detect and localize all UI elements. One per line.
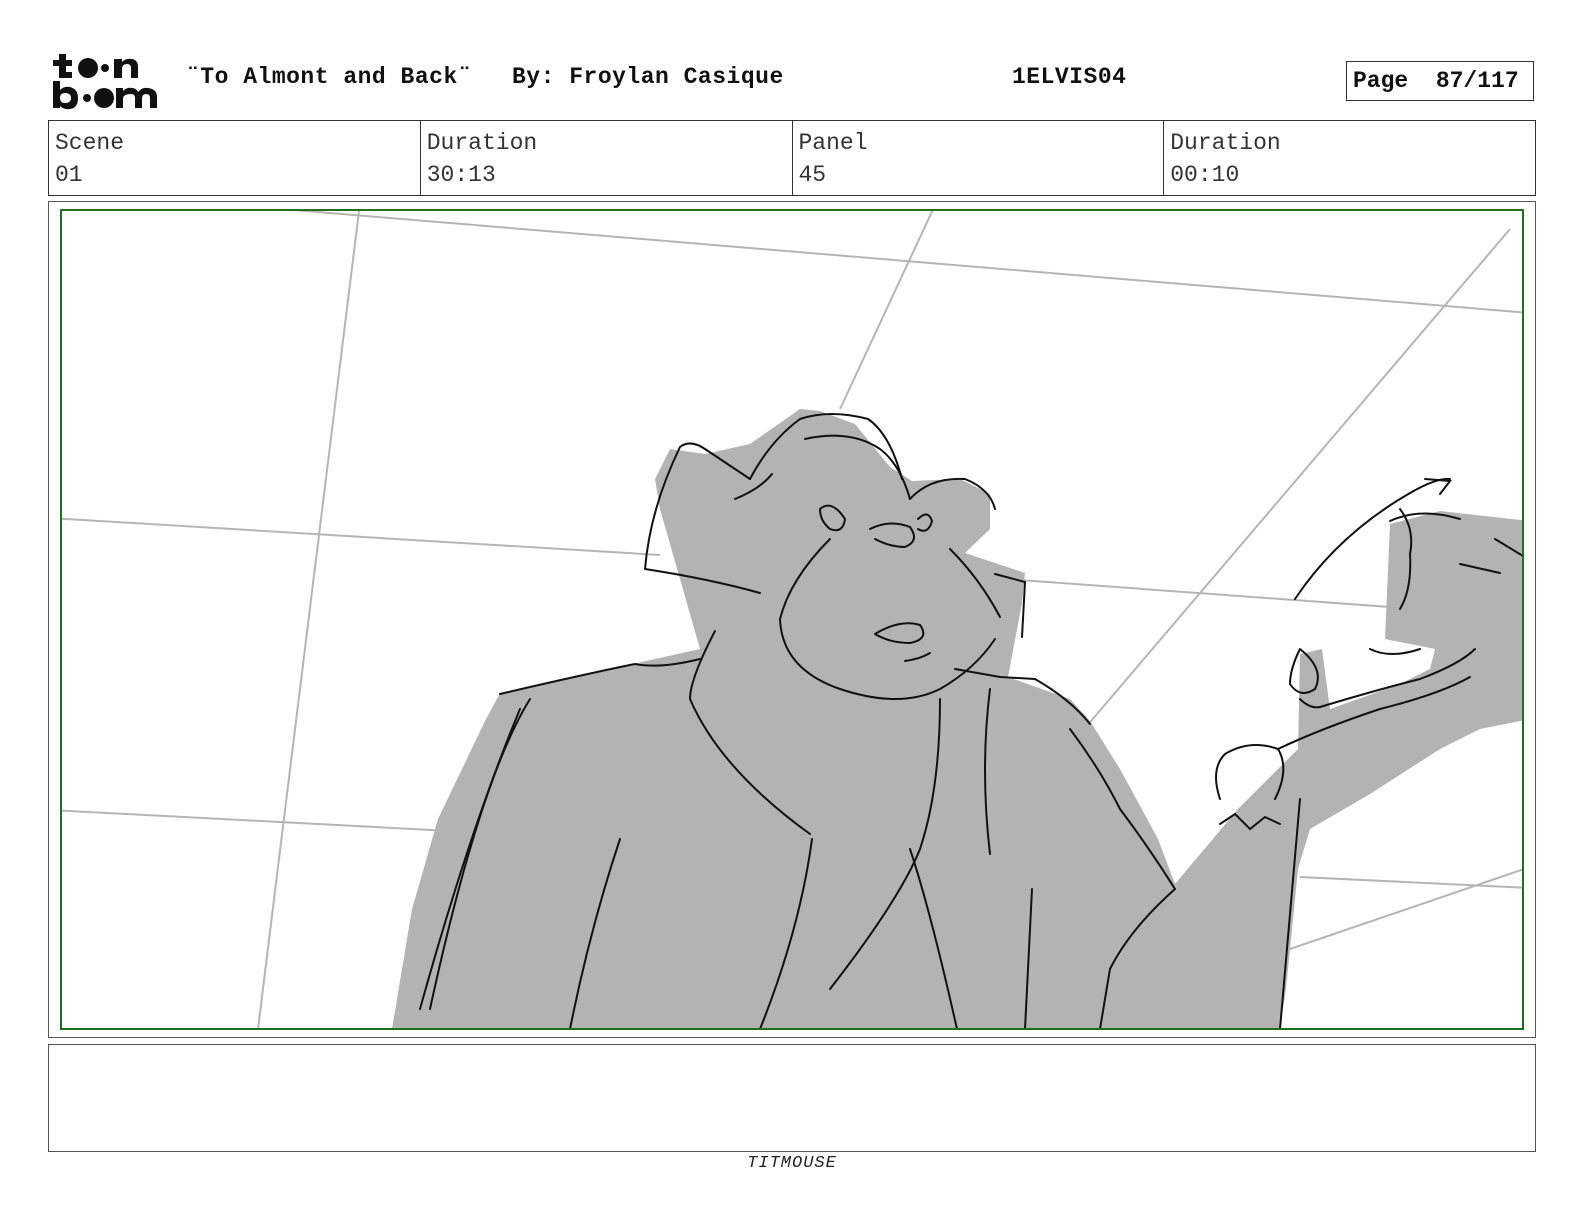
- scene-info-table: Scene 01 Duration 30:13 Panel 45 Duratio…: [48, 120, 1536, 196]
- panel-duration-cell: Duration 00:10: [1164, 121, 1535, 195]
- studio-footer: TITMOUSE: [747, 1154, 837, 1173]
- panel-duration-label: Duration: [1170, 130, 1281, 156]
- scene-cell: Scene 01: [49, 121, 421, 195]
- storyboard-author: By: Froylan Casique: [512, 64, 784, 90]
- scene-value: 01: [55, 162, 83, 188]
- scene-duration-value: 30:13: [426, 162, 496, 188]
- panel-drawing-area: [60, 209, 1524, 1030]
- scene-duration-label: Duration: [426, 130, 538, 156]
- page-indicator: Page 87/117: [1346, 61, 1534, 101]
- panel-label: Panel: [798, 130, 868, 156]
- panel-duration-value: 00:10: [1170, 162, 1240, 188]
- storyboard-title: ¨To Almont and Back¨: [186, 64, 473, 90]
- panel-sketch: [62, 211, 1522, 1028]
- toonboom-logo: [50, 48, 166, 114]
- scene-label: Scene: [55, 130, 125, 156]
- panel-notes-box: [48, 1044, 1536, 1152]
- scene-duration-cell: Duration 30:13: [421, 121, 793, 195]
- panel-cell: Panel 45: [793, 121, 1165, 195]
- episode-code: 1ELVIS04: [1012, 64, 1127, 90]
- panel-value: 45: [798, 162, 827, 188]
